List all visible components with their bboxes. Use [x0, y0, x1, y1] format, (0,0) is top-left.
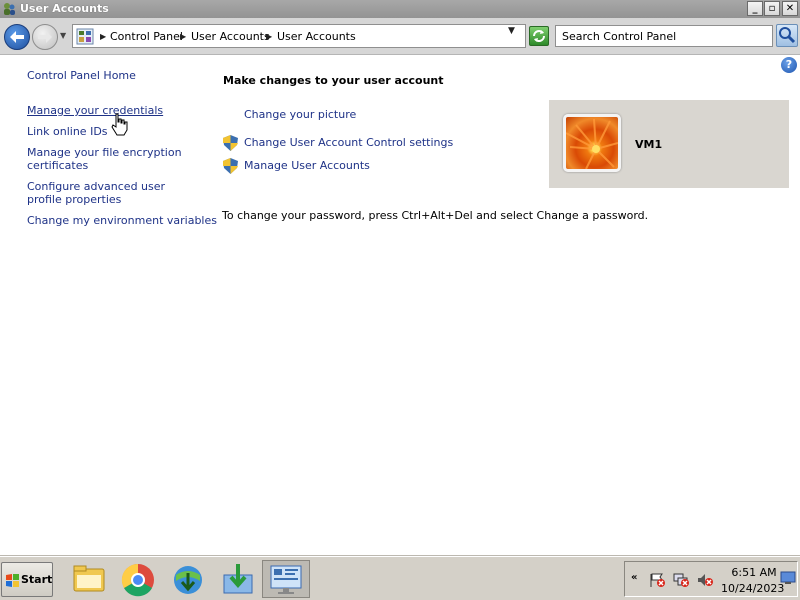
- hand-cursor-icon: [111, 113, 128, 136]
- control-panel-icon: [76, 28, 94, 45]
- file-explorer-icon: [73, 565, 105, 592]
- address-bar[interactable]: ▶ Control Panel ▶ User Accounts ▶ User A…: [72, 24, 526, 48]
- address-dropdown[interactable]: ▼: [508, 26, 515, 36]
- back-arrow-icon: [10, 31, 24, 43]
- taskbar-installer[interactable]: [213, 560, 261, 598]
- action-center-flag-icon[interactable]: [649, 573, 665, 587]
- page-heading: Make changes to your user account: [223, 74, 444, 87]
- recent-pages-dropdown[interactable]: ▼: [60, 31, 70, 43]
- breadcrumb-separator[interactable]: ▶: [180, 32, 186, 41]
- search-icon: [779, 27, 796, 44]
- uac-shield-icon: [223, 158, 238, 174]
- breadcrumb-user-accounts-current[interactable]: User Accounts: [277, 30, 356, 43]
- start-button[interactable]: Start: [1, 562, 53, 597]
- password-instruction: To change your password, press Ctrl+Alt+…: [222, 209, 649, 222]
- search-input[interactable]: Search Control Panel: [555, 25, 773, 47]
- refresh-button[interactable]: [529, 26, 549, 46]
- uac-shield-icon: [223, 135, 238, 151]
- environment-variables-link[interactable]: Change my environment variables: [27, 214, 217, 227]
- network-icon[interactable]: [673, 573, 689, 587]
- change-picture-link[interactable]: Change your picture: [244, 108, 356, 121]
- maximize-button[interactable]: ▫: [764, 1, 780, 16]
- taskbar: Start « 6:51 AM 10/24/2023: [0, 556, 800, 600]
- start-label: Start: [21, 573, 53, 586]
- file-encryption-certificates-link[interactable]: Manage your file encryption certificates: [27, 146, 197, 172]
- internet-download-manager-icon: [174, 566, 202, 594]
- windows-flag-icon: [6, 574, 19, 587]
- chrome-icon: [121, 563, 154, 597]
- user-name: VM1: [635, 138, 663, 151]
- install-icon: [223, 564, 253, 594]
- refresh-icon: [533, 30, 545, 42]
- taskbar-download-manager[interactable]: [163, 560, 211, 598]
- close-button[interactable]: ✕: [782, 1, 798, 16]
- control-panel-home-link[interactable]: Control Panel Home: [27, 69, 136, 82]
- volume-muted-icon[interactable]: [697, 573, 713, 587]
- forward-arrow-icon: [38, 31, 52, 43]
- taskbar-chrome[interactable]: [113, 560, 161, 598]
- taskbar-file-explorer[interactable]: [64, 560, 112, 598]
- show-desktop-icon[interactable]: [780, 571, 796, 585]
- manage-user-accounts-link[interactable]: Manage User Accounts: [244, 159, 370, 172]
- manage-credentials-link[interactable]: Manage your credentials: [27, 104, 163, 117]
- user-avatar[interactable]: [563, 114, 621, 172]
- title-bar[interactable]: User Accounts _ ▫ ✕: [0, 0, 800, 18]
- taskbar-control-panel[interactable]: [262, 560, 310, 598]
- help-icon[interactable]: ?: [781, 57, 797, 73]
- search-placeholder: Search Control Panel: [562, 30, 677, 43]
- flower-picture: [566, 118, 618, 169]
- minimize-button[interactable]: _: [747, 1, 763, 16]
- clock-date[interactable]: 10/24/2023: [721, 582, 784, 595]
- window-title: User Accounts: [20, 2, 109, 15]
- breadcrumb-separator[interactable]: ▶: [100, 32, 106, 41]
- user-accounts-icon: [4, 3, 15, 15]
- notification-area: « 6:51 AM 10/24/2023: [624, 561, 798, 597]
- search-button[interactable]: [776, 24, 798, 47]
- show-hidden-icons-button[interactable]: «: [631, 572, 637, 583]
- back-button[interactable]: [4, 24, 30, 50]
- forward-button[interactable]: [32, 24, 58, 50]
- control-panel-icon: [270, 565, 302, 594]
- clock-time[interactable]: 6:51 AM: [729, 566, 779, 579]
- breadcrumb-user-accounts[interactable]: User Accounts: [191, 30, 270, 43]
- breadcrumb-control-panel[interactable]: Control Panel: [110, 30, 183, 43]
- uac-settings-link[interactable]: Change User Account Control settings: [244, 136, 453, 149]
- advanced-user-profile-link[interactable]: Configure advanced user profile properti…: [27, 180, 197, 206]
- breadcrumb-separator[interactable]: ▶: [266, 32, 272, 41]
- link-online-ids-link[interactable]: Link online IDs: [27, 125, 108, 138]
- user-account-tile: VM1: [549, 100, 789, 188]
- address-toolbar: ▼ ▶ Control Panel ▶ User Accounts ▶ User…: [0, 18, 800, 55]
